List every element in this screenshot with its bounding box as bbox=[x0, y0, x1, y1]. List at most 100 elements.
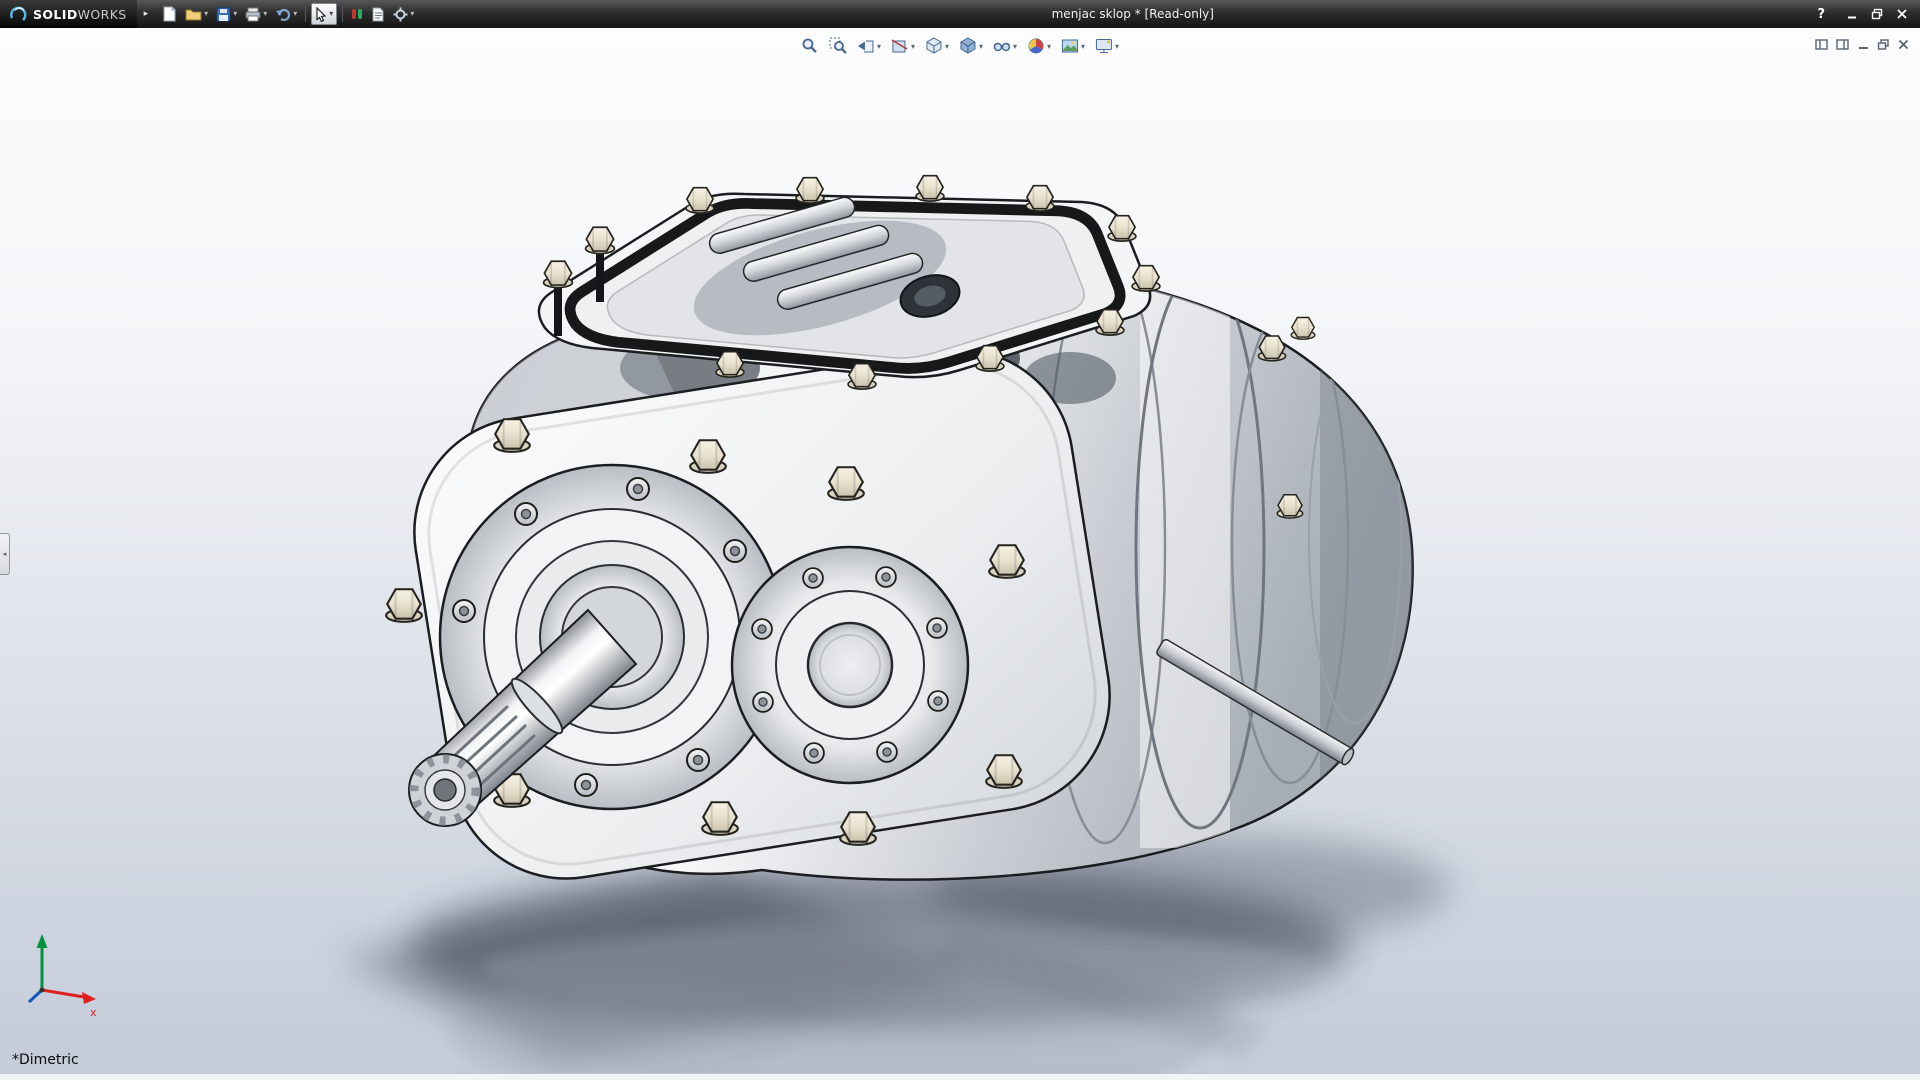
round-bolt[interactable] bbox=[927, 618, 947, 638]
zoom-to-fit-icon bbox=[801, 37, 819, 55]
doc-restore-icon bbox=[1877, 38, 1890, 51]
section-view-button[interactable]: ▾ bbox=[888, 35, 918, 57]
zoom-to-fit-button[interactable] bbox=[798, 35, 822, 57]
view-settings-icon bbox=[1095, 37, 1113, 55]
round-bolt[interactable] bbox=[752, 619, 772, 639]
display-states-icon bbox=[351, 7, 363, 21]
triad-z-axis bbox=[29, 990, 42, 1002]
restore-button[interactable] bbox=[1871, 8, 1883, 20]
undo-button[interactable]: ▾ bbox=[272, 3, 300, 25]
hex-bolt[interactable] bbox=[796, 178, 824, 203]
view-orientation-cube-icon bbox=[925, 37, 943, 55]
restore-icon bbox=[1871, 8, 1883, 20]
round-bolt[interactable] bbox=[453, 600, 475, 622]
edit-appearance-ball-icon bbox=[1027, 37, 1045, 55]
triad-x-axis bbox=[42, 990, 84, 997]
model-3d-view[interactable]: x bbox=[0, 28, 1920, 1080]
open-folder-icon bbox=[185, 7, 202, 22]
document-window-controls bbox=[1815, 36, 1910, 55]
round-bolt[interactable] bbox=[803, 568, 823, 588]
view-orientation-label: *Dimetric bbox=[12, 1052, 79, 1068]
dropdown-arrow-icon[interactable]: ▾ bbox=[204, 10, 208, 18]
dropdown-arrow-icon[interactable]: ▾ bbox=[877, 42, 881, 51]
dropdown-arrow-icon[interactable]: ▾ bbox=[1047, 42, 1051, 51]
doc-close-button[interactable] bbox=[1897, 36, 1910, 55]
solidworks-wordmark: SOLIDWORKS bbox=[33, 7, 127, 22]
close-button[interactable] bbox=[1896, 8, 1908, 20]
window-controls: ? bbox=[1817, 7, 1920, 22]
previous-view-button[interactable]: ▾ bbox=[854, 35, 884, 57]
open-button[interactable]: ▾ bbox=[182, 3, 211, 25]
doc-minimize-button[interactable] bbox=[1857, 36, 1870, 55]
display-states-button[interactable] bbox=[348, 3, 366, 25]
select-cursor-icon bbox=[315, 7, 327, 22]
feature-pane-splitter-tab[interactable]: ◂ bbox=[0, 533, 10, 575]
toolbar-separator bbox=[342, 6, 343, 22]
status-bar bbox=[0, 1073, 1920, 1080]
round-bolt[interactable] bbox=[575, 774, 597, 796]
print-icon bbox=[245, 7, 261, 22]
close-icon bbox=[1896, 8, 1908, 20]
hex-bolt[interactable] bbox=[686, 188, 714, 213]
pane-left-button[interactable] bbox=[1815, 36, 1829, 55]
toolbar-expand-arrow-icon[interactable]: ▸ bbox=[137, 9, 156, 19]
round-bolt[interactable] bbox=[515, 503, 537, 525]
dropdown-arrow-icon[interactable]: ▾ bbox=[410, 10, 414, 18]
dropdown-arrow-icon[interactable]: ▾ bbox=[329, 10, 333, 18]
round-bolt[interactable] bbox=[876, 567, 896, 587]
triad-x-label: x bbox=[90, 1006, 97, 1019]
view-orientation-button[interactable]: ▾ bbox=[922, 35, 952, 57]
solidworks-logo: SOLIDWORKS bbox=[0, 0, 137, 28]
pane-right-button[interactable] bbox=[1836, 36, 1850, 55]
save-button[interactable]: ▾ bbox=[213, 3, 240, 25]
round-bolt[interactable] bbox=[804, 743, 824, 763]
splitter-arrow-icon: ◂ bbox=[3, 550, 7, 558]
dropdown-arrow-icon[interactable]: ▾ bbox=[293, 10, 297, 18]
select-button[interactable]: ▾ bbox=[311, 3, 337, 25]
round-bolt[interactable] bbox=[928, 691, 948, 711]
dropdown-arrow-icon[interactable]: ▾ bbox=[263, 10, 267, 18]
dropdown-arrow-icon[interactable]: ▾ bbox=[979, 42, 983, 51]
round-bolt[interactable] bbox=[724, 540, 746, 562]
graphics-viewport[interactable]: ▾ ▾ ▾ ▾ bbox=[0, 28, 1920, 1080]
round-bolt[interactable] bbox=[627, 478, 649, 500]
previous-view-icon bbox=[857, 37, 875, 55]
new-document-icon bbox=[162, 6, 177, 22]
print-button[interactable]: ▾ bbox=[242, 3, 270, 25]
dropdown-arrow-icon[interactable]: ▾ bbox=[945, 42, 949, 51]
doc-restore-button[interactable] bbox=[1877, 36, 1890, 55]
zoom-to-area-button[interactable] bbox=[826, 35, 850, 57]
round-bolt[interactable] bbox=[753, 692, 773, 712]
dropdown-arrow-icon[interactable]: ▾ bbox=[1115, 42, 1119, 51]
orientation-triad: x bbox=[29, 934, 97, 1019]
undo-icon bbox=[275, 7, 291, 21]
titlebar: SOLIDWORKS ▸ ▾ ▾ bbox=[0, 0, 1920, 28]
edit-appearance-button[interactable]: ▾ bbox=[1024, 35, 1054, 57]
help-button[interactable]: ? bbox=[1817, 7, 1825, 22]
options-gear-icon bbox=[393, 7, 408, 22]
minimize-button[interactable] bbox=[1846, 8, 1858, 20]
dropdown-arrow-icon[interactable]: ▾ bbox=[1081, 42, 1085, 51]
hex-bolt[interactable] bbox=[1026, 186, 1054, 211]
new-document-button[interactable] bbox=[159, 3, 180, 25]
options-button[interactable]: ▾ bbox=[390, 3, 417, 25]
round-bolt[interactable] bbox=[877, 742, 897, 762]
hide-show-glasses-icon bbox=[993, 37, 1011, 55]
headsup-view-toolbar: ▾ ▾ ▾ ▾ bbox=[798, 35, 1122, 57]
file-properties-button[interactable] bbox=[368, 3, 388, 25]
secondary-bearing-boss[interactable] bbox=[732, 547, 968, 783]
apply-scene-button[interactable]: ▾ bbox=[1058, 35, 1088, 57]
round-bolt[interactable] bbox=[687, 749, 709, 771]
dropdown-arrow-icon[interactable]: ▾ bbox=[911, 42, 915, 51]
hex-bolt[interactable] bbox=[1291, 318, 1315, 340]
view-settings-button[interactable]: ▾ bbox=[1092, 35, 1122, 57]
pane-left-icon bbox=[1815, 38, 1829, 51]
display-style-button[interactable]: ▾ bbox=[956, 35, 986, 57]
dropdown-arrow-icon[interactable]: ▾ bbox=[1013, 42, 1017, 51]
hide-show-items-button[interactable]: ▾ bbox=[990, 35, 1020, 57]
hex-bolt[interactable] bbox=[386, 589, 422, 622]
hex-bolt[interactable] bbox=[916, 176, 944, 201]
section-view-icon bbox=[891, 37, 909, 55]
dropdown-arrow-icon[interactable]: ▾ bbox=[233, 10, 237, 18]
zoom-to-area-icon bbox=[829, 37, 847, 55]
